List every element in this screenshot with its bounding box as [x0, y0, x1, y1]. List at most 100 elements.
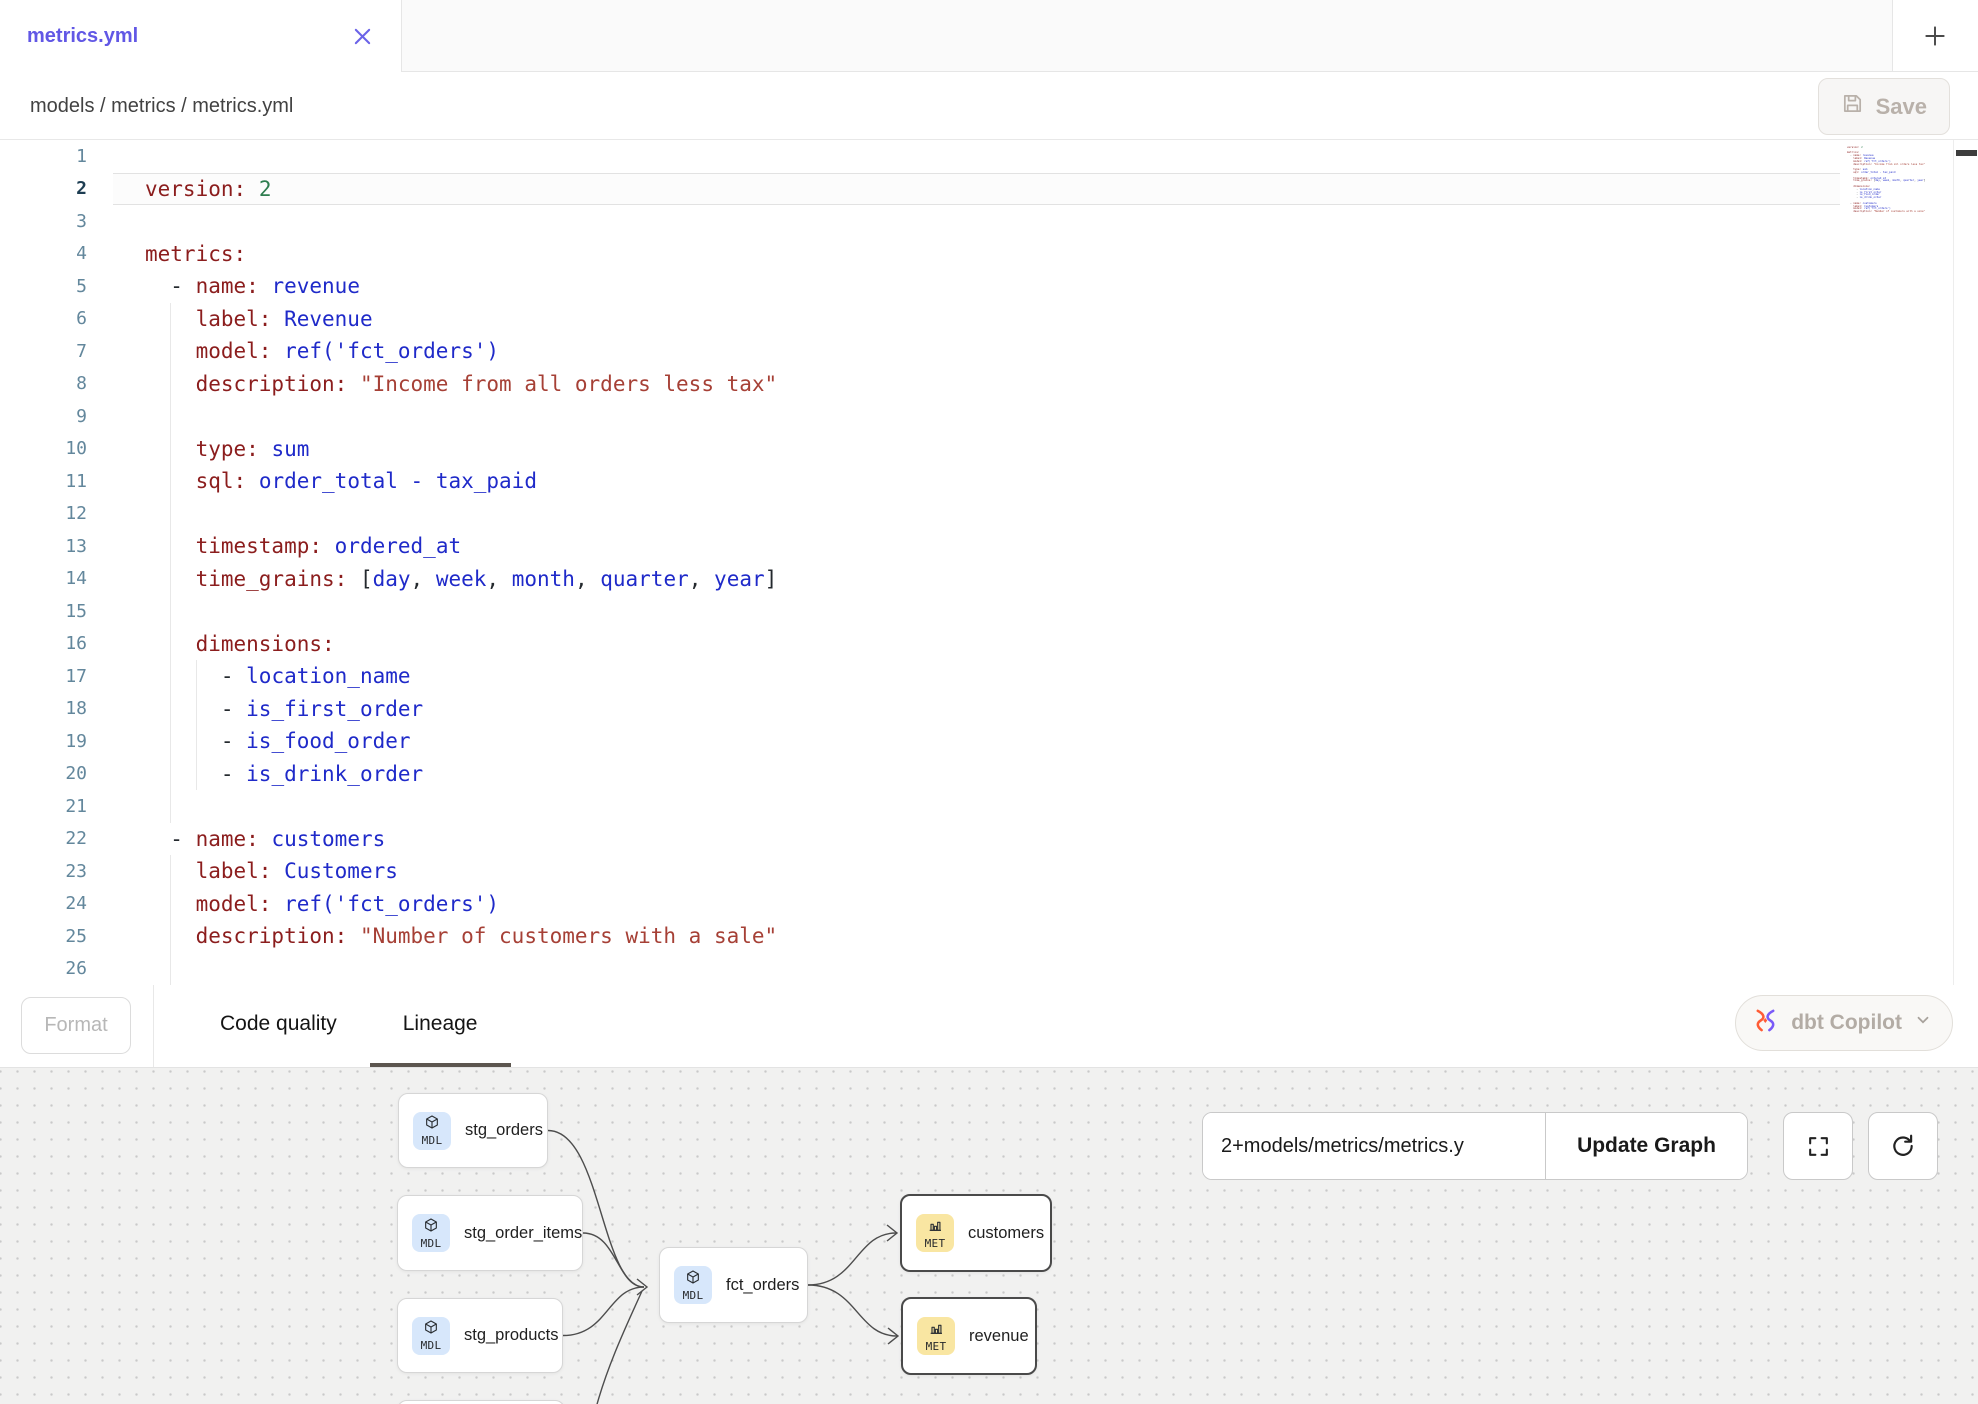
line-number: 25: [0, 920, 100, 953]
code-line[interactable]: - is_food_order: [113, 725, 1953, 758]
dbt-copilot-icon: [1752, 1007, 1779, 1040]
scrollbar-gutter[interactable]: [1953, 140, 1978, 985]
code-line[interactable]: [113, 595, 1953, 628]
model-badge: MDL: [413, 1112, 451, 1150]
node-label: stg_order_items: [464, 1224, 582, 1243]
line-number: 11: [0, 465, 100, 498]
code-line[interactable]: [113, 205, 1953, 238]
line-number: 26: [0, 953, 100, 986]
refresh-icon: [1890, 1133, 1916, 1159]
code-line[interactable]: model: ref('fct_orders'): [113, 335, 1953, 368]
line-number: 17: [0, 660, 100, 693]
line-number: 24: [0, 888, 100, 921]
lineage-node-stg_order_items[interactable]: MDLstg_order_items: [397, 1195, 583, 1271]
tab-lineage[interactable]: Lineage: [370, 985, 511, 1067]
lineage-node-stg_products[interactable]: MDL stg_products: [397, 1298, 563, 1373]
line-number: 1: [0, 140, 100, 173]
line-number: 18: [0, 693, 100, 726]
editor-bottom-toolbar: Format Code quality Lineage dbt Copilot: [0, 985, 1978, 1068]
cube-icon: [423, 1217, 439, 1238]
new-tab-plus-icon[interactable]: [1915, 16, 1955, 56]
line-number: 22: [0, 823, 100, 856]
tab-metrics-yml[interactable]: metrics.yml: [0, 0, 402, 72]
line-number: 14: [0, 563, 100, 596]
chevron-down-icon: [1914, 1011, 1932, 1035]
code-editor[interactable]: 1234567891011121314151617181920212223242…: [0, 140, 1978, 985]
line-number: 8: [0, 368, 100, 401]
node-label: fct_orders: [726, 1276, 799, 1295]
line-number: 16: [0, 628, 100, 661]
code-line[interactable]: sql: order_total - tax_paid: [113, 465, 1953, 498]
cube-icon: [424, 1114, 440, 1135]
line-number: 5: [0, 270, 100, 303]
line-number: 10: [0, 433, 100, 466]
code-line[interactable]: - location_name: [113, 660, 1953, 693]
lineage-node-revenue[interactable]: METrevenue: [901, 1297, 1037, 1375]
node-label: revenue: [969, 1327, 1029, 1346]
bottom-tabs: Code quality Lineage: [187, 985, 511, 1067]
save-button[interactable]: Save: [1818, 78, 1950, 135]
code-line[interactable]: label: Revenue: [113, 303, 1953, 336]
dbt-copilot-label: dbt Copilot: [1791, 1011, 1902, 1035]
line-number: 3: [0, 205, 100, 238]
node-label: customers: [968, 1224, 1044, 1243]
update-graph-button[interactable]: Update Graph: [1545, 1113, 1747, 1179]
code-line[interactable]: version: 2: [113, 173, 1953, 206]
line-number: 4: [0, 238, 100, 271]
close-tab-icon[interactable]: [342, 16, 382, 56]
tab-title: metrics.yml: [27, 0, 138, 72]
line-number: 21: [0, 790, 100, 823]
scrollbar-thumb[interactable]: [1956, 150, 1977, 156]
file-header-row: models / metrics / metrics.yml Save: [0, 72, 1978, 140]
cube-icon: [423, 1319, 439, 1340]
fullscreen-button[interactable]: [1783, 1112, 1853, 1180]
fullscreen-icon: [1806, 1134, 1831, 1159]
code-line[interactable]: description: "Income from all orders les…: [113, 368, 1953, 401]
line-number: 2: [0, 173, 100, 206]
lineage-node-hidden_node[interactable]: MDL: [397, 1400, 565, 1404]
minimap[interactable]: version: 2metrics: - name: revenue label…: [1840, 140, 1953, 985]
code-line[interactable]: [113, 498, 1953, 531]
toolbar-divider: [153, 985, 154, 1067]
line-number-gutter: 1234567891011121314151617181920212223242…: [0, 140, 100, 985]
line-number: 15: [0, 595, 100, 628]
code-line[interactable]: label: Customers: [113, 855, 1953, 888]
code-line[interactable]: model: ref('fct_orders'): [113, 888, 1953, 921]
code-line[interactable]: - name: revenue: [113, 270, 1953, 303]
line-number: 7: [0, 335, 100, 368]
tab-code-quality[interactable]: Code quality: [187, 985, 370, 1067]
lineage-node-fct_orders[interactable]: MDLfct_orders: [659, 1247, 808, 1323]
model-badge: MDL: [412, 1317, 450, 1355]
lineage-graph-panel[interactable]: MDLstg_orders MDLstg_order_items MDLstg_…: [0, 1068, 1978, 1404]
line-number: 19: [0, 725, 100, 758]
code-line[interactable]: - name: customers: [113, 823, 1953, 856]
dbt-copilot-button[interactable]: dbt Copilot: [1735, 995, 1953, 1051]
line-number: 6: [0, 303, 100, 336]
code-line[interactable]: metrics:: [113, 238, 1953, 271]
code-line[interactable]: [113, 953, 1953, 986]
bar-chart-icon: [927, 1217, 943, 1238]
code-line[interactable]: - is_drink_order: [113, 758, 1953, 791]
code-line[interactable]: timestamp: ordered_at: [113, 530, 1953, 563]
code-line[interactable]: description: "Number of customers with a…: [113, 920, 1953, 953]
breadcrumb: models / metrics / metrics.yml: [30, 72, 293, 140]
save-label: Save: [1876, 94, 1927, 120]
minimap-code: version: 2metrics: - name: revenue label…: [1847, 144, 1925, 217]
refresh-button[interactable]: [1868, 1112, 1938, 1180]
code-line[interactable]: [113, 790, 1953, 823]
format-button[interactable]: Format: [21, 997, 131, 1054]
code-line[interactable]: dimensions:: [113, 628, 1953, 661]
node-label: stg_products: [464, 1326, 558, 1345]
code-line[interactable]: time_grains: [day, week, month, quarter,…: [113, 563, 1953, 596]
code-line[interactable]: [113, 140, 1953, 173]
code-line[interactable]: - is_first_order: [113, 693, 1953, 726]
line-number: 9: [0, 400, 100, 433]
lineage-node-customers[interactable]: METcustomers: [900, 1194, 1052, 1272]
line-number: 12: [0, 498, 100, 531]
code-line[interactable]: [113, 400, 1953, 433]
bar-chart-icon: [928, 1320, 944, 1341]
lineage-node-stg_orders[interactable]: MDLstg_orders: [398, 1093, 548, 1168]
code-line[interactable]: type: sum: [113, 433, 1953, 466]
code-area[interactable]: version: 2 metrics: - name: revenue label…: [113, 140, 1953, 985]
graph-selector-input[interactable]: [1203, 1113, 1545, 1179]
